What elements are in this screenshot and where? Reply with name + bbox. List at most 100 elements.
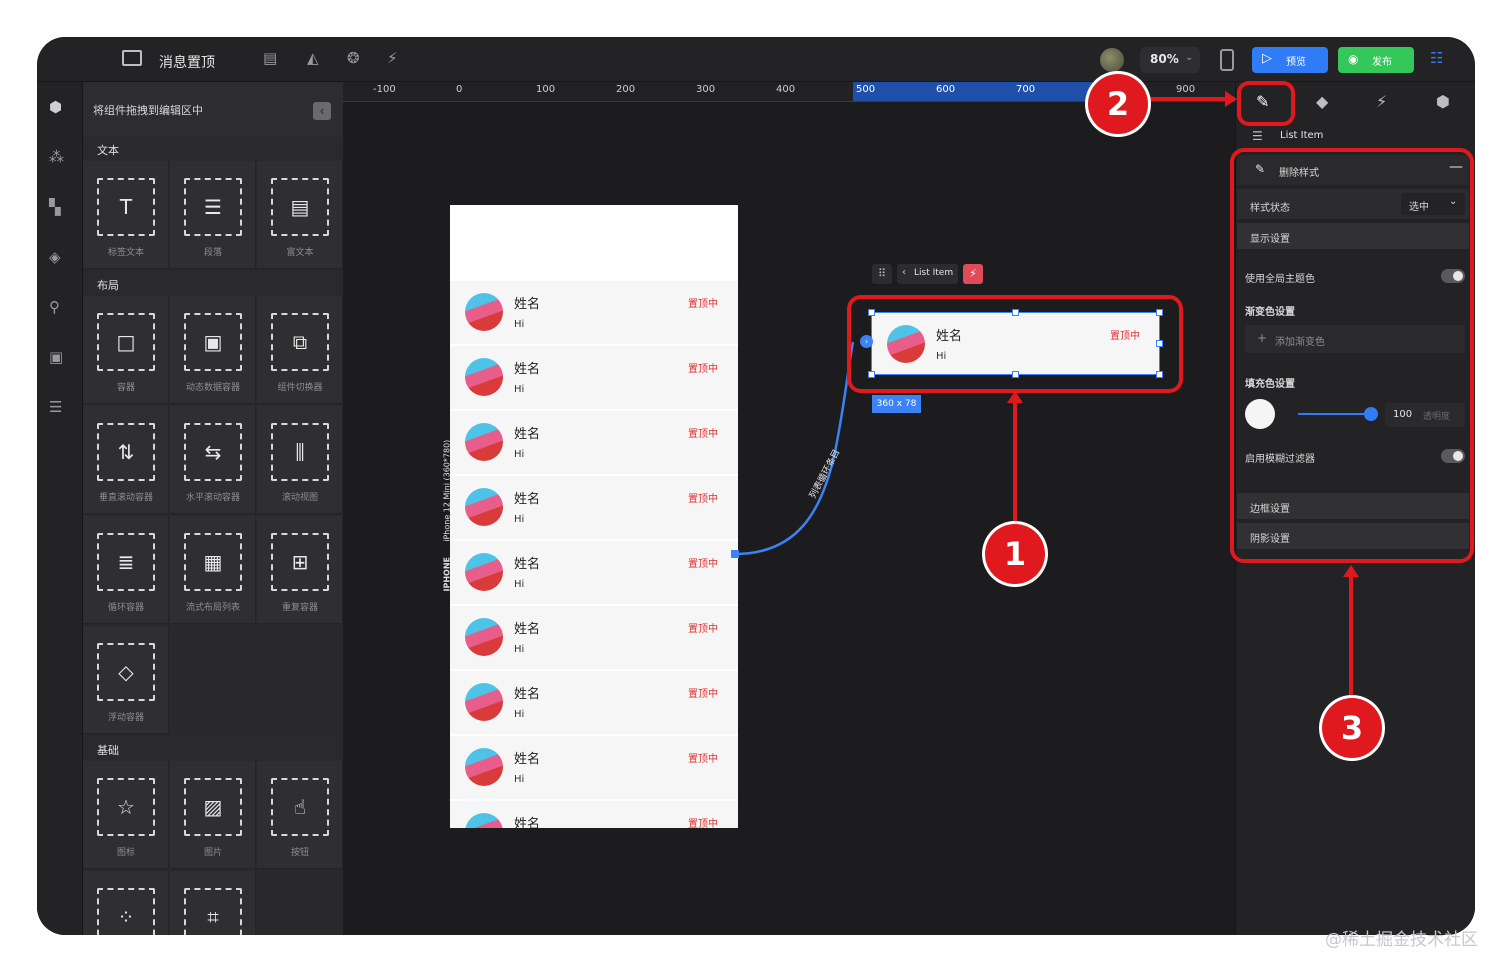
components-icon[interactable]: ⁂ <box>49 148 64 166</box>
list-item[interactable]: 姓名Hi置顶中 <box>450 606 738 670</box>
vertical-scroll-icon: ⇅ <box>97 423 155 481</box>
ruler-highlight <box>853 82 1093 101</box>
diamond-icon[interactable]: ◆ <box>1316 92 1328 111</box>
list-item[interactable]: 姓名Hi置顶中 <box>450 736 738 800</box>
ruler-label: 300 <box>696 84 716 95</box>
tile-paragraph[interactable]: ☰ 段落 <box>170 161 256 269</box>
tile-repeat-container[interactable]: ⊞ 重复容器 <box>257 516 343 624</box>
tile-switcher[interactable]: ⧉ 组件切换器 <box>257 296 343 404</box>
zoom-select[interactable]: 80% ⌄ <box>1140 47 1200 73</box>
tile-button[interactable]: ☝ 按钮 <box>257 761 343 869</box>
sidebar-toggle-icon[interactable] <box>122 50 142 66</box>
component-icon[interactable]: ❂ <box>347 49 360 67</box>
ruler-label: 700 <box>1016 84 1036 95</box>
cube-icon[interactable]: ⬢ <box>49 98 62 116</box>
drag-handle-icon[interactable]: ⠿ <box>872 264 892 284</box>
tile-vertical-scroll[interactable]: ⇅ 垂直滚动容器 <box>83 406 169 514</box>
pinned-tag: 置顶中 <box>688 624 718 635</box>
tile-label-text[interactable]: T 标签文本 <box>83 161 169 269</box>
ruler-label: 600 <box>936 84 956 95</box>
tile-label: 垂直滚动容器 <box>98 493 153 503</box>
tile-flow-list[interactable]: ▦ 流式布局列表 <box>170 516 256 624</box>
layers-icon[interactable]: ◈ <box>49 248 61 266</box>
tile-dynamic-container[interactable]: ▣ 动态数据容器 <box>170 296 256 404</box>
avatar <box>465 618 503 656</box>
package-icon[interactable]: ⬢ <box>1436 92 1450 111</box>
section-text: 文本 <box>83 137 343 161</box>
tile-floating-container[interactable]: ◇ 浮动容器 <box>83 626 169 734</box>
switcher-icon: ⧉ <box>271 313 329 371</box>
list-item[interactable]: 姓名Hi置顶中 <box>450 801 738 828</box>
list-item[interactable]: 姓名Hi置顶中 <box>450 476 738 540</box>
list-item[interactable]: 姓名Hi置顶中 <box>450 541 738 605</box>
tile-scroll-view[interactable]: ⫼ 滚动视图 <box>257 406 343 514</box>
device-icon[interactable] <box>1220 49 1234 71</box>
container-icon: □ <box>97 313 155 371</box>
logic-bolt-button[interactable]: ⚡ <box>963 264 983 284</box>
tile-label: 图标 <box>116 848 135 858</box>
play-icon: ▷ <box>1262 51 1272 66</box>
pinned-tag: 置顶中 <box>688 559 718 570</box>
item-name: 姓名 <box>514 427 541 442</box>
blocks-icon[interactable]: ▚ <box>49 198 61 216</box>
tile-loop-container[interactable]: ≣ 循环容器 <box>83 516 169 624</box>
annotation-badge-3: 3 <box>1322 698 1382 758</box>
item-name: 姓名 <box>514 817 541 828</box>
tile-qrcode[interactable]: ⌗ <box>170 871 256 935</box>
page-icon[interactable]: ▤ <box>263 49 277 67</box>
pin-icon[interactable]: ⚲ <box>49 298 60 316</box>
user-avatar[interactable] <box>1100 48 1124 72</box>
item-sub: Hi <box>514 449 525 460</box>
pages-icon[interactable]: ▣ <box>49 348 63 366</box>
highlight-selected-item <box>847 295 1183 393</box>
component-db-icon: ☰ <box>1252 129 1263 143</box>
dots-icon: ⁘ <box>97 888 155 935</box>
item-sub: Hi <box>514 579 525 590</box>
ruler-label: 500 <box>856 84 876 95</box>
tile-dots[interactable]: ⁘ <box>83 871 169 935</box>
tile-container[interactable]: □ 容器 <box>83 296 169 404</box>
tile-label: 富文本 <box>286 248 314 258</box>
annotation-badge-1: 1 <box>985 524 1045 584</box>
preview-button[interactable]: ▷ 预览 <box>1252 47 1328 73</box>
tile-rich-text[interactable]: ▤ 富文本 <box>257 161 343 269</box>
paragraph-icon: ☰ <box>184 178 242 236</box>
settings-sliders-icon[interactable]: ☷ <box>1430 49 1443 67</box>
list-item[interactable]: 姓名Hi置顶中 <box>450 281 738 345</box>
repeat-container-icon: ⊞ <box>271 533 329 591</box>
breadcrumb[interactable]: ‹ List Item <box>897 264 958 284</box>
collapse-button[interactable]: ‹ <box>313 102 331 120</box>
dynamic-container-icon: ▣ <box>184 313 242 371</box>
tile-label: 图片 <box>203 848 222 858</box>
publish-button[interactable]: ◉ 发布 <box>1338 47 1414 73</box>
ruler-label: 100 <box>536 84 556 95</box>
tile-label: 重复容器 <box>281 603 318 613</box>
tile-label: 段落 <box>203 248 222 258</box>
tile-image[interactable]: ▨ 图片 <box>170 761 256 869</box>
page-title: 消息置顶 <box>159 55 215 71</box>
drag-hint: 将组件拖拽到编辑区中 <box>93 104 203 117</box>
item-name: 姓名 <box>514 687 541 702</box>
list-icon[interactable]: ☰ <box>49 398 62 416</box>
logic-icon[interactable]: ⚡ <box>387 49 398 67</box>
arrow-3-head <box>1343 565 1359 577</box>
tile-label: 循环容器 <box>107 603 144 613</box>
ruler-label: 0 <box>456 84 463 95</box>
ruler-label: 400 <box>776 84 796 95</box>
component-panel: 将组件拖拽到编辑区中 ‹ 文本 T 标签文本 ☰ 段落 ▤ 富文本 布局 □ 容器 ▣ 动… <box>83 82 343 935</box>
tile-horizontal-scroll[interactable]: ⇆ 水平滚动容器 <box>170 406 256 514</box>
editor-window: 消息置顶 ▤ ◭ ❂ ⚡ 80% ⌄ ▷ 预览 ◉ 发布 ☷ ⬢ ⁂ ▚ ◈ ⚲… <box>37 37 1475 935</box>
tile-icon[interactable]: ☆ 图标 <box>83 761 169 869</box>
item-sub: Hi <box>514 319 525 330</box>
item-name: 姓名 <box>514 492 541 507</box>
avatar <box>465 748 503 786</box>
list-item[interactable]: 姓名Hi置顶中 <box>450 671 738 735</box>
shape-icon[interactable]: ◭ <box>307 49 319 67</box>
top-toolbar: 消息置顶 ▤ ◭ ❂ ⚡ 80% ⌄ ▷ 预览 ◉ 发布 ☷ <box>37 37 1475 82</box>
bolt-icon[interactable]: ⚡ <box>1376 92 1387 111</box>
phone-frame[interactable]: 姓名 Hi 置顶中 姓名 Hi 置顶中 姓名 Hi 置顶中 姓名 Hi 置顶中 姓名 Hi 置顶中 姓名 Hi 置… <box>450 205 738 828</box>
pointer-icon: ☝ <box>271 778 329 836</box>
list-item[interactable]: 姓名Hi置顶中 <box>450 346 738 410</box>
list-item[interactable]: 姓名Hi置顶中 <box>450 411 738 475</box>
image-icon: ▨ <box>184 778 242 836</box>
